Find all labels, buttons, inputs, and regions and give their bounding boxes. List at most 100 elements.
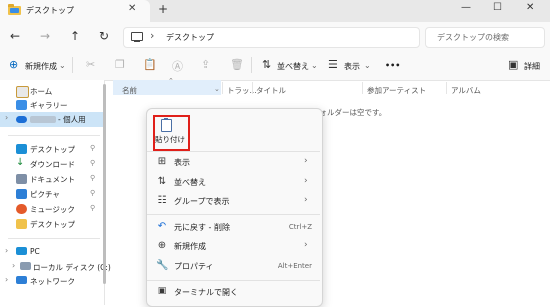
column-divider[interactable] — [446, 82, 447, 94]
chevron-right-icon: › — [304, 156, 308, 166]
network-icon — [16, 276, 27, 284]
minimize-button[interactable]: — — [461, 2, 471, 13]
back-button[interactable]: ← — [10, 29, 20, 43]
close-button[interactable]: ✕ — [526, 2, 534, 13]
redacted-name — [30, 116, 56, 123]
undo-icon: ↶ — [157, 221, 167, 232]
up-button[interactable]: ↑ — [70, 29, 80, 43]
cloud-icon — [16, 116, 27, 123]
cut-icon[interactable]: ✂ — [86, 58, 95, 71]
folder-icon — [16, 219, 27, 229]
sidebar-item-pc[interactable]: › PC — [0, 245, 104, 260]
more-options-button[interactable]: ••• — [385, 61, 400, 70]
sidebar-scrollbar[interactable] — [103, 84, 106, 284]
column-header-name[interactable]: 名前 — [122, 85, 137, 96]
delete-icon[interactable]: 🗑 — [230, 58, 244, 71]
menu-item-sort[interactable]: ⇅ 並べ替え › — [147, 173, 320, 191]
tab-close-icon[interactable]: ✕ — [128, 3, 136, 14]
terminal-icon: ▣ — [157, 286, 167, 296]
chevron-right-icon[interactable]: › — [5, 246, 8, 255]
sidebar-item-label: ホーム — [30, 87, 53, 96]
wrench-icon: 🔧 — [156, 260, 169, 271]
new-icon: ⊕ — [157, 240, 167, 251]
sidebar-item-label: ダウンロード — [30, 160, 75, 169]
menu-item-properties[interactable]: 🔧 プロパティ Alt+Enter — [147, 257, 320, 275]
menu-item-view[interactable]: ⊞ 表示 › — [147, 153, 320, 171]
sidebar-item-label: デスクトップ — [30, 220, 75, 229]
rename-icon[interactable]: Ⓐ — [172, 58, 183, 74]
grid-icon: ⊞ — [157, 156, 167, 167]
menu-separator — [147, 151, 320, 152]
paste-icon — [161, 118, 172, 132]
toolbar-divider — [72, 57, 73, 73]
column-divider[interactable] — [222, 82, 223, 94]
sidebar-item-label: ギャラリー — [30, 101, 68, 110]
chevron-right-icon[interactable]: › — [12, 261, 15, 270]
view-caret-icon[interactable]: ⌄ — [364, 61, 371, 70]
pin-icon[interactable]: ⚲ — [90, 189, 95, 197]
pc-icon — [16, 247, 27, 255]
sidebar-item-network[interactable]: › ネットワーク — [0, 274, 104, 289]
sidebar-item-local-disk[interactable]: › ローカル ディスク (C:) — [0, 260, 111, 275]
sidebar-item-gallery[interactable]: ギャラリー — [0, 98, 104, 113]
column-header-artist[interactable]: 参加アーティスト — [367, 85, 426, 96]
menu-item-undo[interactable]: ↶ 元に戻す - 削除 Ctrl+Z — [147, 218, 320, 236]
desktop-icon — [16, 144, 27, 154]
breadcrumb-chevron-icon[interactable]: › — [150, 29, 154, 42]
tab-title: デスクトップ — [26, 6, 74, 15]
chevron-right-icon[interactable]: › — [5, 275, 8, 284]
column-dropdown-icon[interactable]: ⌄ — [214, 85, 220, 93]
breadcrumb[interactable]: デスクトップ — [166, 32, 214, 43]
menu-item-terminal[interactable]: ▣ ターミナルで開く — [147, 283, 320, 301]
sidebar-item-documents[interactable]: ドキュメント ⚲ — [0, 172, 104, 187]
sidebar-item-onedrive[interactable]: › - 個人用 — [0, 112, 104, 127]
sort-button[interactable]: 並べ替え — [277, 61, 309, 72]
shortcut-label: Ctrl+Z — [288, 223, 312, 231]
refresh-button[interactable]: ↻ — [99, 29, 109, 43]
group-list-icon: ☷ — [157, 195, 167, 206]
pin-icon[interactable]: ⚲ — [90, 144, 95, 152]
column-header-title[interactable]: タイトル — [256, 85, 286, 96]
menu-item-new[interactable]: ⊕ 新規作成 › — [147, 237, 320, 255]
column-divider[interactable] — [362, 82, 363, 94]
menu-item-label: 表示 — [174, 158, 190, 167]
sort-icon: ⇅ — [157, 176, 167, 187]
copy-icon[interactable]: ❐ — [115, 58, 125, 71]
pin-icon[interactable]: ⚲ — [90, 204, 95, 212]
new-icon: ⊕ — [9, 58, 19, 71]
details-button[interactable]: 詳細 — [524, 61, 540, 72]
new-tab-button[interactable]: + — [158, 2, 168, 16]
pictures-icon — [16, 189, 27, 199]
chevron-right-icon: › — [304, 176, 308, 186]
share-icon[interactable]: ⇪ — [201, 58, 210, 71]
pin-icon[interactable]: ⚲ — [90, 174, 95, 182]
new-button[interactable]: 新規作成 — [25, 61, 57, 72]
forward-button[interactable]: → — [40, 29, 50, 43]
sidebar-item-downloads[interactable]: ↓ ダウンロード ⚲ — [0, 157, 104, 172]
chevron-right-icon[interactable]: › — [5, 113, 8, 122]
column-header-album[interactable]: アルバム — [451, 85, 481, 96]
view-button[interactable]: 表示 — [344, 61, 360, 72]
menu-item-group[interactable]: ☷ グループで表示 › — [147, 192, 320, 210]
sidebar-item-desktop[interactable]: デスクトップ ⚲ — [0, 142, 104, 157]
sidebar-item-label: PC — [30, 247, 40, 256]
maximize-button[interactable]: ☐ — [493, 2, 502, 13]
pin-icon[interactable]: ⚲ — [90, 159, 95, 167]
sidebar-divider — [8, 135, 100, 136]
sidebar-item-desktop-folder[interactable]: デスクトップ — [0, 217, 104, 232]
music-icon — [16, 204, 27, 214]
search-placeholder: デスクトップの検索 — [437, 33, 509, 42]
sidebar-item-home[interactable]: ホーム — [0, 84, 104, 99]
sidebar-item-pictures[interactable]: ピクチャ ⚲ — [0, 187, 104, 202]
new-caret-icon[interactable]: ⌄ — [59, 61, 66, 70]
toolbar-divider — [251, 57, 252, 73]
sidebar-item-music[interactable]: ミュージック ⚲ — [0, 202, 104, 217]
menu-separator — [147, 214, 320, 215]
disk-icon — [20, 262, 31, 270]
sort-caret-icon[interactable]: ⌄ — [311, 61, 318, 70]
paste-icon[interactable]: 📋 — [143, 58, 157, 71]
home-icon — [16, 86, 29, 98]
tab-desktop[interactable]: デスクトップ ✕ — [0, 0, 150, 22]
column-divider[interactable] — [252, 82, 253, 94]
gallery-icon — [16, 100, 27, 110]
